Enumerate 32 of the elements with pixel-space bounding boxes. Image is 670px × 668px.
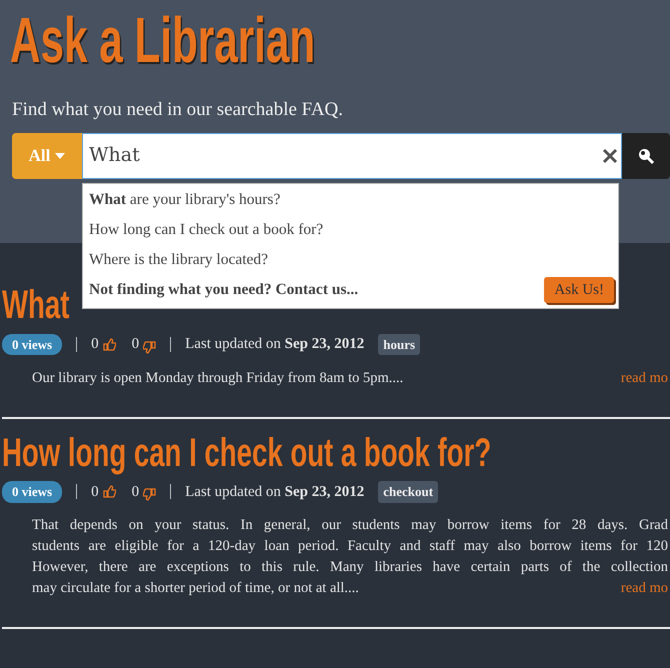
ask-button[interactable]: Ask Us!	[544, 276, 614, 304]
suggestion-item[interactable]: Where is the library located?	[83, 245, 618, 275]
contact-link[interactable]: Not finding what you need? Contact us...	[83, 275, 364, 305]
upvote-count: 0	[91, 482, 99, 502]
search-icon	[638, 148, 654, 164]
search-button[interactable]	[622, 132, 670, 178]
downvote-count: 0	[132, 482, 140, 502]
tag-label[interactable]: hours	[378, 334, 420, 355]
thumbs-down-icon[interactable]	[143, 340, 156, 354]
thumbs-up-icon[interactable]	[102, 338, 116, 351]
suggestion-item[interactable]: What are your library's hours?	[83, 185, 618, 215]
caret-icon	[55, 152, 66, 158]
read-more-link[interactable]: read mo	[620, 578, 668, 599]
last-updated-text: Last updated on Sep 23, 2012	[185, 335, 364, 354]
last-updated-text: Last updated on Sep 23, 2012	[185, 482, 364, 502]
read-more-link[interactable]: read mo	[620, 368, 668, 388]
search-field[interactable]: What	[82, 132, 622, 178]
thumbs-down-icon[interactable]	[143, 488, 156, 502]
suggestion-item[interactable]: How long can I check out a book for?	[83, 215, 618, 245]
view-count: 0 views	[2, 334, 62, 355]
page-title: Ask a Librarian	[10, 4, 316, 76]
article-title[interactable]: How long can I check out a book for?	[2, 430, 492, 474]
article-excerpt: Our library is open Monday through Friday from 8am to 5pm.... read mo	[32, 368, 668, 388]
upvote-count: 0	[91, 335, 99, 354]
tag-label[interactable]: checkout	[378, 481, 438, 502]
close-icon[interactable]	[602, 148, 618, 164]
article-title[interactable]: What	[2, 283, 70, 327]
view-count: 0 views	[2, 481, 62, 502]
search-hint: Find what you need in our searchable FAQ.	[12, 98, 344, 122]
thumbs-up-icon[interactable]	[102, 485, 116, 498]
downvote-count: 0	[132, 335, 140, 354]
article-excerpt: That depends on your status. In general, our students may borrow items for 28 days. Grad students are eligible for a 120-day loan period. Faculty and staff may also borrow items for 120 However, there are exceptions to this rule. Many libraries have certain parts of the collection may circulate for a shorter period of time, or not at all.... read mo	[32, 515, 668, 599]
